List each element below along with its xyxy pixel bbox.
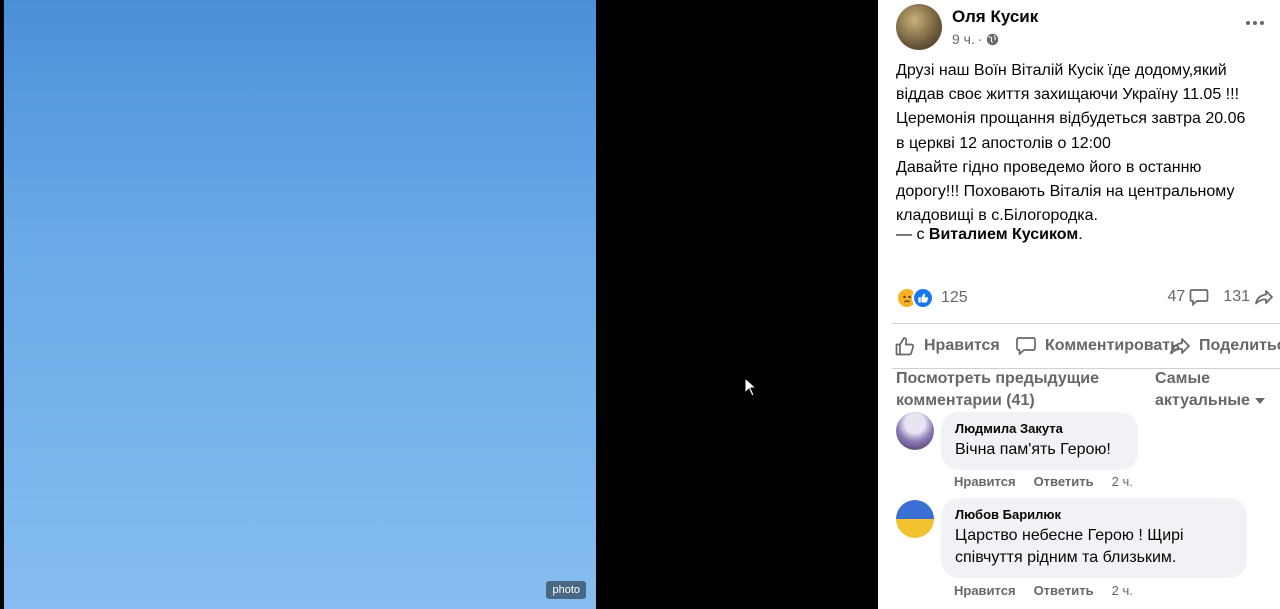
- comment-text: Царство небесне Герою ! Щирі співчуття р…: [955, 525, 1235, 569]
- post-text-line: кладовищі в с.Білогородка.: [896, 207, 1098, 225]
- commenter-name[interactable]: Людмила Закута: [955, 420, 1126, 437]
- comment-text: Вічна пам'ять Герою!: [955, 441, 1111, 458]
- shares-count: 131: [1223, 288, 1250, 305]
- comments-count-group[interactable]: 47: [1168, 288, 1210, 306]
- commenter-avatar[interactable]: [896, 500, 934, 538]
- comment-time[interactable]: 2 ч.: [1112, 474, 1133, 489]
- tagged-prefix: — с: [896, 226, 929, 243]
- engagement-counts: 47 131: [1168, 288, 1275, 306]
- comment-label: Комментировать: [1045, 337, 1180, 354]
- comment-bubble-icon: [1189, 289, 1209, 306]
- shares-count-group[interactable]: 131: [1223, 288, 1274, 306]
- commenter-name[interactable]: Любов Барилюк: [955, 506, 1235, 523]
- comment-actions: Нравится Ответить 2 ч.: [954, 583, 1133, 598]
- mouse-cursor-icon: [744, 377, 758, 397]
- sort-label-line: Самые: [1155, 370, 1211, 387]
- comment-like-link[interactable]: Нравится: [954, 583, 1016, 598]
- like-reaction-icon: [912, 287, 934, 309]
- comment-bubble: Людмила Закута Вічна пам'ять Герою!: [941, 412, 1138, 470]
- more-options-icon[interactable]: [1244, 12, 1266, 34]
- comment-text-line: співчуття рідним та близьким.: [955, 549, 1177, 566]
- like-label: Нравится: [924, 337, 1000, 354]
- comment-bubble: Любов Барилюк Царство небесне Герою ! Щи…: [941, 498, 1247, 578]
- comment: Людмила Закута Вічна пам'ять Герою! Нрав…: [896, 412, 1276, 492]
- reactions-count: 125: [941, 289, 968, 306]
- post-panel: Оля Кусик 9 ч. · Друзі наш Воїн Віталій …: [878, 0, 1280, 609]
- post-photo[interactable]: photo: [4, 0, 596, 609]
- prev-comments-line: Посмотреть предыдущие: [896, 370, 1100, 387]
- share-button[interactable]: Поделиться: [1169, 335, 1280, 357]
- author-avatar[interactable]: [896, 4, 942, 50]
- globe-icon: [986, 33, 998, 45]
- tagged-with: — с Виталием Кусиком.: [896, 226, 1083, 244]
- post-text-line: віддав своє життя захищаючи Україну 11.0…: [896, 86, 1240, 104]
- photo-placeholder-label: photo: [546, 581, 586, 599]
- comment-icon: [1016, 337, 1036, 355]
- comment-time[interactable]: 2 ч.: [1112, 583, 1133, 598]
- post-time[interactable]: 9 ч.: [952, 31, 975, 47]
- comment-text-line: Царство небесне Герою ! Щирі: [955, 527, 1184, 544]
- thumbs-up-icon: [895, 337, 914, 356]
- share-label: Поделиться: [1199, 337, 1280, 354]
- post-actions-bar: Нравится Комментировать Поделиться: [878, 326, 1280, 366]
- like-button[interactable]: Нравится: [894, 335, 1000, 357]
- view-previous-comments-link[interactable]: Посмотреть предыдущие комментарии (41): [896, 368, 1146, 412]
- post-text-line: Давайте гідно проведемо його в останню: [896, 158, 1202, 176]
- post-header: Оля Кусик 9 ч. ·: [878, 0, 1280, 56]
- reactions-summary[interactable]: 125: [896, 286, 968, 310]
- commenter-avatar[interactable]: [896, 412, 934, 450]
- prev-comments-line: комментарии (41): [896, 392, 1035, 409]
- tagged-suffix: .: [1078, 226, 1083, 243]
- share-arrow-icon: [1255, 290, 1273, 305]
- divider: [892, 323, 1280, 324]
- comments-count: 47: [1167, 288, 1186, 305]
- sort-label-line: актуальные: [1155, 392, 1250, 409]
- share-icon: [1170, 338, 1190, 355]
- caret-down-icon: [1254, 397, 1265, 404]
- post-meta: 9 ч. ·: [952, 31, 999, 47]
- comment: Любов Барилюк Царство небесне Герою ! Щи…: [896, 498, 1276, 608]
- comment-reply-link[interactable]: Ответить: [1034, 583, 1094, 598]
- post-text-line: Церемонія прощання відбудеться завтра 20…: [896, 110, 1246, 128]
- comment-sort-dropdown[interactable]: Самые актуальные: [1155, 368, 1275, 412]
- meta-separator: ·: [977, 31, 983, 47]
- comment-button[interactable]: Комментировать: [1015, 335, 1180, 357]
- tagged-person-link[interactable]: Виталием Кусиком: [929, 226, 1078, 243]
- post-text-line: Друзі наш Воїн Віталій Кусік їде додому,…: [896, 62, 1227, 79]
- photo-viewer: photo: [0, 0, 878, 609]
- post-text-line: в церкві 12 апостолів о 12:00: [896, 134, 1111, 152]
- comment-actions: Нравится Ответить 2 ч.: [954, 474, 1133, 489]
- post-text-line: дорогу!!! Поховають Віталія на центральн…: [896, 183, 1235, 201]
- comment-reply-link[interactable]: Ответить: [1034, 474, 1094, 489]
- comment-like-link[interactable]: Нравится: [954, 474, 1016, 489]
- author-name[interactable]: Оля Кусик: [952, 7, 1038, 27]
- post-text: Друзі наш Воїн Віталій Кусік їде додому,…: [896, 59, 1278, 228]
